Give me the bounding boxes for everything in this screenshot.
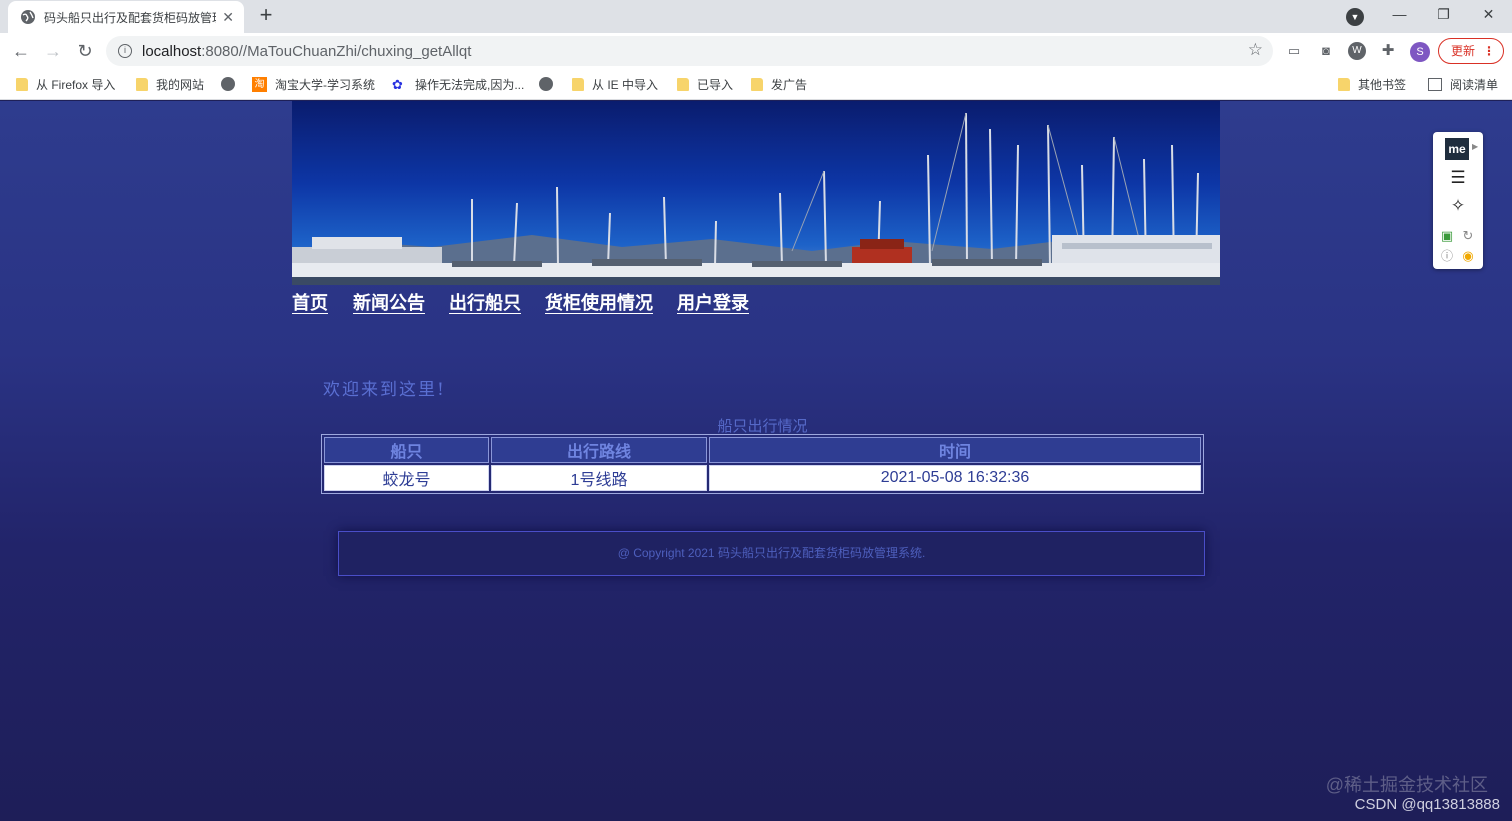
folder-icon xyxy=(751,77,763,91)
screen-cast-icon[interactable]: ▭ xyxy=(1285,42,1303,60)
cast-icon[interactable]: ▣ xyxy=(1438,226,1456,246)
browser-tab-bar: 码头船只出行及配套货柜码放管理系统 ✕ + ▼ — ❐ ✕ xyxy=(0,0,1512,33)
bookmark-globe-1[interactable] xyxy=(221,75,243,93)
bookmark-globe-2[interactable] xyxy=(539,75,561,93)
bookmark-label: 已导入 xyxy=(697,77,734,92)
globe-icon xyxy=(539,77,553,91)
welcome-text: 欢迎来到这里! xyxy=(323,380,446,400)
new-tab-button[interactable]: + xyxy=(254,4,278,28)
bookmark-baidu[interactable]: ✿ 操作无法完成,因为... xyxy=(392,75,524,93)
globe-icon xyxy=(21,10,35,24)
magic-wand-icon[interactable]: ✧ xyxy=(1448,196,1468,216)
folder-icon xyxy=(572,77,584,91)
nav-news[interactable]: 新闻公告 xyxy=(353,289,425,315)
bookmark-other[interactable]: 其他书签 xyxy=(1338,75,1406,93)
close-window-button[interactable]: ✕ xyxy=(1466,0,1511,30)
folder-icon xyxy=(16,77,28,91)
warning-icon[interactable]: ⓘ xyxy=(1438,246,1456,266)
browser-toolbar: ← → ↻ i localhost:8080//MaTouChuanZhi/ch… xyxy=(0,33,1512,69)
col-time: 时间 xyxy=(709,437,1201,463)
extension-side-panel: me ▶ ☰ ✧ ▣ ↻ ⓘ ◉ xyxy=(1433,132,1483,269)
bookmark-label: 我的网站 xyxy=(156,77,205,92)
folder-icon xyxy=(136,77,148,91)
watermark-juejin: @稀土掘金技术社区 xyxy=(1325,775,1488,795)
address-bar[interactable]: i localhost:8080//MaTouChuanZhi/chuxing_… xyxy=(106,36,1273,66)
page-footer: @ Copyright 2021 码头船只出行及配套货柜码放管理系统. xyxy=(338,531,1205,576)
ship-departure-table: 船只 出行路线 时间 蛟龙号 1号线路 2021-05-08 16:32:36 xyxy=(321,434,1204,494)
harbor-banner-image xyxy=(292,101,1220,285)
bookmark-label: 阅读清单 xyxy=(1450,77,1499,92)
extensions-puzzle-icon[interactable]: ✚ xyxy=(1379,42,1397,60)
url-path: :8080//MaTouChuanZhi/chuxing_getAllqt xyxy=(201,42,472,60)
browser-tab[interactable]: 码头船只出行及配套货柜码放管理系统 ✕ xyxy=(8,1,244,33)
bookmark-taobao[interactable]: 淘淘宝大学-学习系统 xyxy=(252,75,375,93)
me-logo-icon[interactable]: me xyxy=(1445,138,1469,160)
baidu-paw-icon: ✿ xyxy=(392,76,403,92)
nav-home[interactable]: 首页 xyxy=(292,289,328,315)
cell-ship: 蛟龙号 xyxy=(324,465,489,491)
eye-icon[interactable]: ◉ xyxy=(1459,246,1477,266)
bookmark-my-sites[interactable]: 我的网站 xyxy=(136,75,204,93)
bookmarks-bar: 从 Firefox 导入 我的网站 淘淘宝大学-学习系统 ✿ 操作无法完成,因为.… xyxy=(0,69,1512,100)
col-ship: 船只 xyxy=(324,437,489,463)
col-route: 出行路线 xyxy=(491,437,707,463)
table-row: 蛟龙号 1号线路 2021-05-08 16:32:36 xyxy=(324,465,1201,491)
bookmark-ads[interactable]: 发广告 xyxy=(751,75,807,93)
minimize-button[interactable]: — xyxy=(1377,0,1422,30)
hamburger-menu-icon[interactable]: ☰ xyxy=(1448,168,1468,188)
harbor-illustration xyxy=(292,112,1220,285)
globe-icon xyxy=(221,77,235,91)
bookmark-label: 操作无法完成,因为... xyxy=(415,77,525,92)
nav-login[interactable]: 用户登录 xyxy=(677,289,749,315)
folder-icon xyxy=(1338,77,1350,91)
back-arrow-icon[interactable]: ← xyxy=(9,39,33,63)
table-caption: 船只出行情况 xyxy=(717,418,808,435)
site-info-icon[interactable]: i xyxy=(118,44,132,58)
table-header-row: 船只 出行路线 时间 xyxy=(324,437,1201,463)
url-host: localhost xyxy=(142,42,202,60)
tab-close-icon[interactable]: ✕ xyxy=(222,9,234,26)
refresh-icon[interactable]: ↻ xyxy=(1459,226,1477,246)
forward-arrow-icon[interactable]: → xyxy=(41,39,65,63)
bookmark-firefox-import[interactable]: 从 Firefox 导入 xyxy=(16,75,115,93)
reading-list[interactable]: 阅读清单 xyxy=(1428,75,1498,93)
w-extension-icon[interactable]: W xyxy=(1348,42,1366,60)
folder-icon xyxy=(677,77,689,91)
reload-icon[interactable]: ↻ xyxy=(73,39,97,63)
bookmark-ie-import[interactable]: 从 IE 中导入 xyxy=(572,75,658,93)
camera-icon[interactable]: ◙ xyxy=(1317,42,1335,60)
nav-containers[interactable]: 货柜使用情况 xyxy=(545,289,653,315)
bookmark-star-icon[interactable]: ☆ xyxy=(1248,40,1263,60)
bookmark-label: 淘宝大学-学习系统 xyxy=(275,77,375,92)
nav-ships[interactable]: 出行船只 xyxy=(449,289,521,315)
menu-dots-icon[interactable]: ⋮ xyxy=(1483,39,1495,63)
profile-avatar[interactable]: S xyxy=(1410,42,1430,62)
main-nav: 首页 新闻公告 出行船只 货柜使用情况 用户登录 xyxy=(292,289,773,315)
restore-button[interactable]: ❐ xyxy=(1421,0,1466,30)
update-label: 更新 xyxy=(1451,44,1476,58)
tab-search-icon[interactable]: ▼ xyxy=(1346,8,1364,26)
watermark-csdn: CSDN @qq13813888 xyxy=(1354,796,1500,813)
taobao-icon: 淘 xyxy=(252,76,267,92)
web-page: 首页 新闻公告 出行船只 货柜使用情况 用户登录 欢迎来到这里! 船只出行情况 … xyxy=(0,101,1512,821)
bookmark-label: 发广告 xyxy=(771,77,808,92)
cell-time: 2021-05-08 16:32:36 xyxy=(709,465,1201,491)
reading-list-icon xyxy=(1428,77,1442,91)
bookmark-imported[interactable]: 已导入 xyxy=(677,75,733,93)
bookmark-label: 从 Firefox 导入 xyxy=(36,77,116,92)
tab-title: 码头船只出行及配套货柜码放管理系统 xyxy=(44,10,216,25)
bookmark-label: 从 IE 中导入 xyxy=(592,77,659,92)
update-button[interactable]: 更新 ⋮ xyxy=(1438,38,1504,64)
cell-route: 1号线路 xyxy=(491,465,707,491)
bookmark-label: 其他书签 xyxy=(1358,77,1407,92)
expand-arrow-icon[interactable]: ▶ xyxy=(1472,142,1478,151)
